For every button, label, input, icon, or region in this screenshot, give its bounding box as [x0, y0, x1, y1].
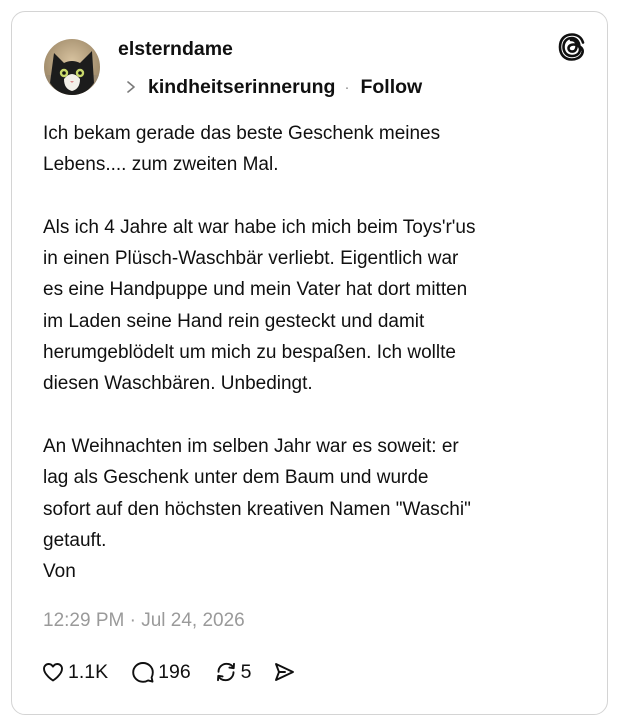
topic-tag[interactable]: kindheitserinnerung: [148, 76, 335, 99]
author-username[interactable]: elsterndame: [118, 38, 233, 61]
reply-button[interactable]: 196: [131, 660, 191, 684]
post-body-text: Ich bekam gerade das beste Geschenk mein…: [43, 123, 476, 583]
post-timestamp[interactable]: 12:29 PM · Jul 24, 2026: [43, 610, 245, 632]
repost-count: 5: [240, 660, 252, 683]
action-bar: 1.1K 196 5: [41, 657, 296, 687]
reply-count: 196: [158, 660, 191, 683]
topic-row: kindheitserinnerung · Follow: [124, 74, 422, 100]
speech-bubble-icon: [131, 660, 155, 684]
repost-button[interactable]: 5: [214, 660, 252, 684]
avatar[interactable]: [44, 39, 100, 95]
chevron-right-icon: [124, 77, 138, 97]
follow-button[interactable]: Follow: [360, 76, 422, 99]
repost-arrows-icon: [214, 660, 238, 684]
heart-icon: [41, 660, 65, 684]
share-button[interactable]: [272, 660, 296, 684]
threads-logo-icon[interactable]: [557, 31, 587, 63]
post-card: elsterndame kindheitserinnerung · Follow…: [11, 11, 608, 715]
separator-dot: ·: [344, 78, 350, 96]
send-icon: [272, 660, 296, 684]
like-count: 1.1K: [68, 660, 109, 683]
like-button[interactable]: 1.1K: [41, 660, 108, 684]
